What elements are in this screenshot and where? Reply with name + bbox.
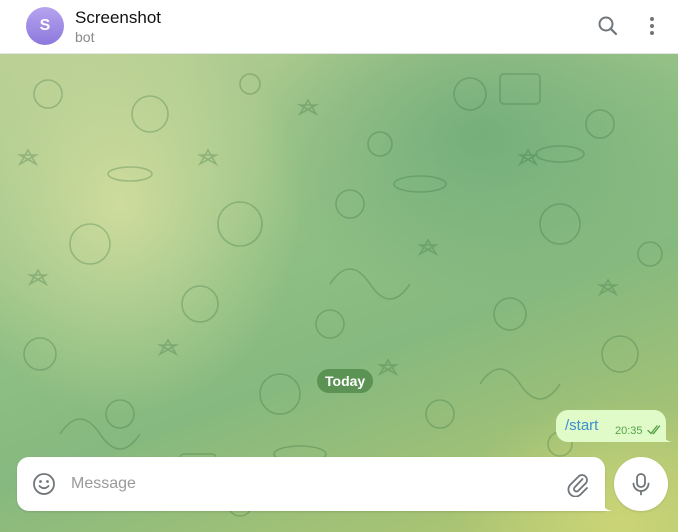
message-bubble-outgoing[interactable]: /start 20:35 (556, 410, 666, 442)
microphone-icon (632, 473, 650, 496)
avatar[interactable]: S (26, 7, 64, 45)
paperclip-icon (567, 474, 588, 498)
composer-tail (600, 497, 614, 511)
date-separator: Today (317, 369, 374, 393)
voice-record-button[interactable] (614, 457, 668, 511)
chat-subtitle: bot (75, 29, 95, 45)
emoji-button[interactable] (31, 471, 57, 497)
message-input[interactable] (71, 469, 551, 499)
chat-title[interactable]: Screenshot (75, 8, 161, 28)
date-label: Today (325, 373, 366, 389)
more-vertical-icon (650, 17, 654, 35)
search-icon (598, 16, 618, 36)
message-text[interactable]: /start (565, 417, 598, 434)
attach-button[interactable] (565, 471, 591, 498)
emoji-icon (33, 473, 55, 495)
message-composer (17, 457, 605, 511)
chat-header: S Screenshot bot (0, 0, 678, 54)
double-check-icon (647, 425, 661, 435)
search-button[interactable] (595, 13, 621, 39)
bubble-tail (662, 432, 674, 442)
message-time: 20:35 (615, 425, 643, 437)
more-options-button[interactable] (639, 13, 665, 39)
